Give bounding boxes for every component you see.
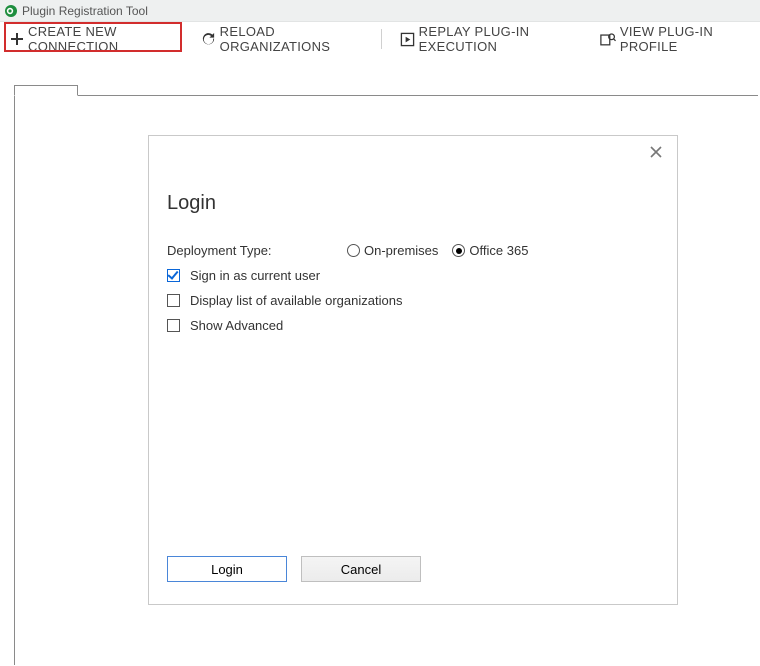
checkbox-display-list[interactable]: Display list of available organizations: [167, 293, 402, 308]
login-button[interactable]: Login: [167, 556, 287, 582]
radio-office365[interactable]: Office 365: [452, 243, 528, 258]
profile-icon: [600, 32, 616, 47]
view-plugin-profile-button[interactable]: VIEW PLUG-IN PROFILE: [596, 22, 754, 56]
display-list-row: Display list of available organizations: [167, 293, 659, 308]
radio-label: Office 365: [469, 243, 528, 258]
checkbox-label: Show Advanced: [190, 318, 283, 333]
checkbox-icon: [167, 294, 180, 307]
radio-icon: [347, 244, 360, 257]
reload-organizations-button[interactable]: RELOAD ORGANIZATIONS: [197, 22, 367, 56]
cancel-button[interactable]: Cancel: [301, 556, 421, 582]
checkbox-signin-current-user[interactable]: Sign in as current user: [167, 268, 320, 283]
toolbar-label: VIEW PLUG-IN PROFILE: [620, 24, 750, 54]
tab-notch: [14, 85, 78, 96]
checkbox-icon: [167, 269, 180, 282]
radio-label: On-premises: [364, 243, 438, 258]
app-title: Plugin Registration Tool: [22, 4, 148, 18]
title-bar: Plugin Registration Tool: [0, 0, 760, 22]
close-icon: [650, 145, 662, 162]
toolbar-separator: [381, 29, 382, 49]
toolbar-label: CREATE NEW CONNECTION: [28, 24, 183, 54]
play-icon: [400, 32, 415, 47]
checkbox-icon: [167, 319, 180, 332]
radio-onpremises[interactable]: On-premises: [347, 243, 438, 258]
checkbox-label: Display list of available organizations: [190, 293, 402, 308]
toolbar: CREATE NEW CONNECTION RELOAD ORGANIZATIO…: [0, 22, 760, 56]
dialog-title: Login: [167, 192, 659, 215]
app-icon: [4, 4, 18, 18]
deployment-type-label: Deployment Type:: [167, 243, 347, 258]
signin-current-user-row: Sign in as current user: [167, 268, 659, 283]
show-advanced-row: Show Advanced: [167, 318, 659, 333]
close-button[interactable]: [647, 146, 665, 164]
checkbox-label: Sign in as current user: [190, 268, 320, 283]
deployment-type-row: Deployment Type: On-premises Office 365: [167, 243, 659, 258]
toolbar-label: RELOAD ORGANIZATIONS: [220, 24, 363, 54]
dialog-button-row: Login Cancel: [167, 556, 421, 582]
replay-plugin-execution-button[interactable]: REPLAY PLUG-IN EXECUTION: [396, 22, 586, 56]
plus-icon: [10, 32, 24, 46]
create-new-connection-button[interactable]: CREATE NEW CONNECTION: [6, 22, 187, 56]
login-dialog: Login Deployment Type: On-premises Offic…: [148, 135, 678, 605]
reload-icon: [201, 32, 216, 47]
checkbox-show-advanced[interactable]: Show Advanced: [167, 318, 283, 333]
toolbar-label: REPLAY PLUG-IN EXECUTION: [419, 24, 582, 54]
radio-icon: [452, 244, 465, 257]
